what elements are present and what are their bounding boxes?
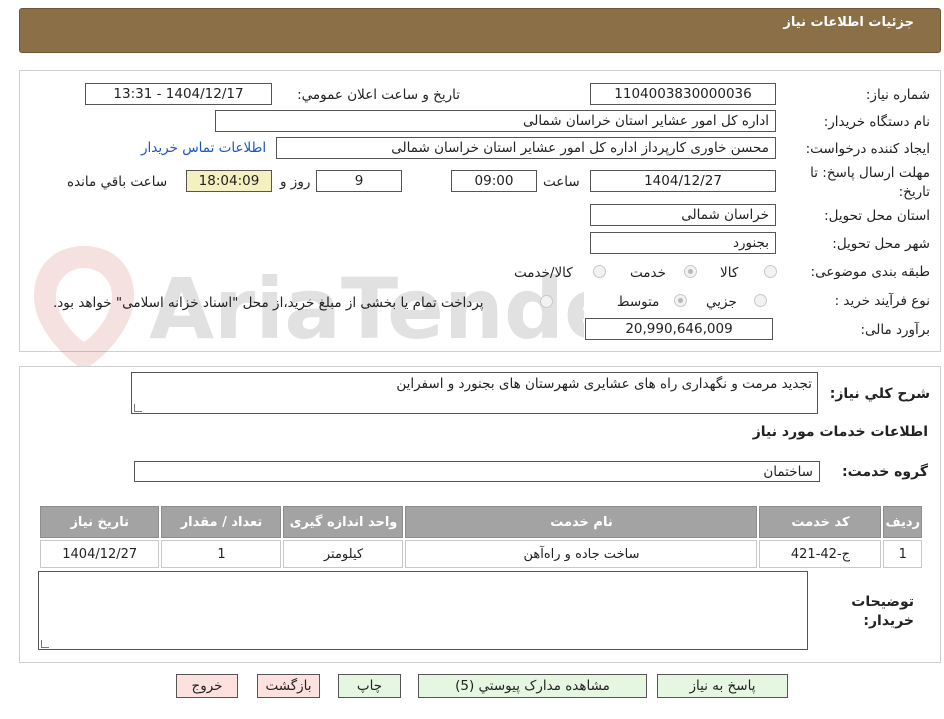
col-quantity: تعداد / مقدار bbox=[161, 506, 282, 538]
page-title: جزئیات اطلاعات نیاز bbox=[783, 15, 914, 30]
province-label: استان محل تحویل: bbox=[824, 208, 930, 224]
buyer-contact-link[interactable]: اطلاعات تماس خریدار bbox=[141, 140, 266, 156]
process-label: نوع فرآیند خرید : bbox=[834, 293, 930, 309]
remaining-label: ساعت باقي مانده bbox=[67, 174, 168, 190]
buyer-notes-label-2: خریدار: bbox=[863, 613, 914, 629]
category-radio-goods-service[interactable] bbox=[593, 265, 606, 278]
buyer-notes-label: توضیحات bbox=[851, 594, 914, 610]
requester-label: ایجاد کننده درخواست: bbox=[805, 141, 930, 157]
services-heading: اطلاعات خدمات مورد نياز bbox=[752, 424, 928, 440]
requester-field: محسن خاوری کارپرداز اداره کل امور عشایر … bbox=[276, 137, 776, 159]
category-radio-service[interactable] bbox=[684, 265, 697, 278]
exit-button[interactable]: خروج bbox=[176, 674, 238, 698]
process-option-minor: جزيي bbox=[706, 294, 737, 310]
service-group-field: ساختمان bbox=[134, 461, 820, 482]
cell-service-name: ساخت جاده و راه‌آهن bbox=[405, 540, 758, 568]
buyer-org-field: اداره کل امور عشایر استان خراسان شمالی bbox=[215, 110, 776, 132]
time-label: ساعت bbox=[543, 174, 580, 190]
budget-label: برآورد مالی: bbox=[860, 322, 930, 338]
process-radio-minor[interactable] bbox=[754, 294, 767, 307]
deadline-label-2: تاریخ: bbox=[898, 184, 930, 200]
service-group-label: گروه خدمت: bbox=[842, 464, 928, 480]
buyer-notes-textarea[interactable] bbox=[38, 571, 808, 650]
cell-row-number: 1 bbox=[883, 540, 922, 568]
description-label: شرح کلي نياز: bbox=[829, 386, 930, 402]
col-service-code: کد خدمت bbox=[759, 506, 882, 538]
deadline-date-field: 1404/12/27 bbox=[590, 170, 776, 192]
province-field: خراسان شمالی bbox=[590, 204, 776, 226]
deadline-time-field: 09:00 bbox=[451, 170, 537, 192]
reply-button[interactable]: پاسخ به نیاز bbox=[657, 674, 788, 698]
remaining-time-field: 18:04:09 bbox=[186, 170, 272, 192]
cell-quantity: 1 bbox=[161, 540, 282, 568]
deadline-label: مهلت ارسال پاسخ: تا bbox=[810, 165, 930, 181]
process-radio-medium[interactable] bbox=[674, 294, 687, 307]
resize-handle-icon[interactable] bbox=[41, 640, 49, 648]
category-option-goods: کالا bbox=[720, 265, 739, 281]
back-button[interactable]: بازگشت bbox=[257, 674, 320, 698]
col-need-date: تاریخ نیاز bbox=[40, 506, 160, 538]
col-unit: واحد اندازه گیری bbox=[283, 506, 404, 538]
col-service-name: نام خدمت bbox=[405, 506, 758, 538]
category-label: طبقه بندی موضوعی: bbox=[810, 264, 930, 280]
city-field: بجنورد bbox=[590, 232, 776, 254]
category-option-goods-service: کالا/خدمت bbox=[514, 265, 573, 281]
announce-field: 1404/12/17 - 13:31 bbox=[85, 83, 272, 105]
announce-label: تاریخ و ساعت اعلان عمومي: bbox=[297, 87, 460, 103]
resize-handle-icon[interactable] bbox=[134, 404, 142, 412]
process-option-medium: متوسط bbox=[617, 294, 660, 310]
print-button[interactable]: چاپ bbox=[338, 674, 401, 698]
need-number-field: 1104003830000036 bbox=[590, 83, 776, 105]
attachments-button[interactable]: مشاهده مدارک پیوستي (5) bbox=[418, 674, 647, 698]
cell-service-code: ج-42-421 bbox=[759, 540, 882, 568]
table-row: 1 ج-42-421 ساخت جاده و راه‌آهن کیلومتر 1… bbox=[40, 540, 922, 568]
payment-checkbox[interactable] bbox=[540, 295, 553, 308]
days-label: روز و bbox=[280, 174, 311, 190]
budget-field: 20,990,646,009 bbox=[585, 318, 773, 340]
days-field: 9 bbox=[316, 170, 402, 192]
description-textarea[interactable]: تجدید مرمت و نگهداری راه های عشایری شهرس… bbox=[131, 372, 818, 414]
category-option-service: خدمت bbox=[630, 265, 666, 281]
services-table: ردیف کد خدمت نام خدمت واحد اندازه گیری ت… bbox=[38, 504, 924, 570]
need-number-label: شماره نیاز: bbox=[865, 87, 930, 103]
table-header-row: ردیف کد خدمت نام خدمت واحد اندازه گیری ت… bbox=[40, 506, 922, 538]
col-row-number: ردیف bbox=[883, 506, 922, 538]
category-radio-goods[interactable] bbox=[764, 265, 777, 278]
buyer-org-label: نام دستگاه خریدار: bbox=[823, 114, 930, 130]
cell-unit: کیلومتر bbox=[283, 540, 404, 568]
city-label: شهر محل تحویل: bbox=[832, 236, 930, 252]
payment-note: پرداخت تمام یا بخشی از مبلغ خرید،از محل … bbox=[53, 295, 484, 311]
cell-need-date: 1404/12/27 bbox=[40, 540, 160, 568]
description-text: تجدید مرمت و نگهداری راه های عشایری شهرس… bbox=[396, 376, 812, 392]
